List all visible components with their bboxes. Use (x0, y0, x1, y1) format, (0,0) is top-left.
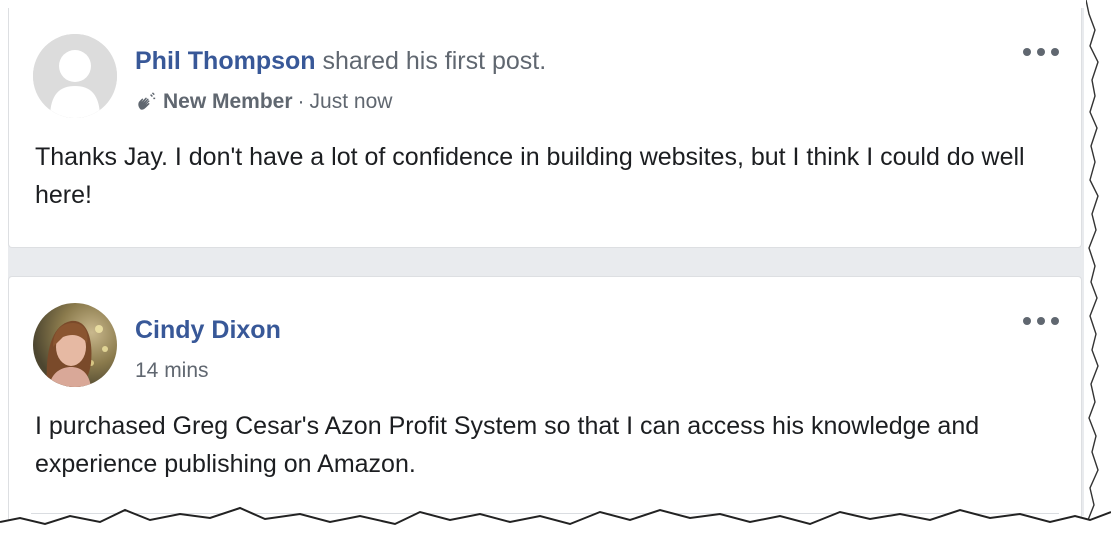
post-header-line: Cindy Dixon (135, 315, 281, 345)
author-name[interactable]: Phil Thompson (135, 47, 316, 75)
post-timestamp[interactable]: 14 mins (135, 359, 209, 383)
more-options-icon (1037, 48, 1045, 56)
profile-avatar[interactable] (33, 34, 117, 118)
default-profile-silhouette-icon (33, 34, 117, 118)
waving-hand-icon (138, 92, 156, 110)
more-options-button[interactable] (1023, 44, 1059, 60)
post-timestamp[interactable]: Just now (310, 90, 393, 114)
member-badge[interactable]: New Member (163, 90, 293, 114)
post-header-line: Phil Thompson shared his first post. (135, 46, 546, 76)
torn-edge-bottom (0, 506, 1111, 548)
meta-separator: · (297, 90, 305, 113)
post-card: Phil Thompson shared his first post. New… (8, 8, 1082, 248)
post-action-text: shared his first post. (315, 47, 547, 75)
post-meta: New Member · Just now (135, 90, 392, 114)
author-name[interactable]: Cindy Dixon (135, 316, 281, 344)
post-body-text: I purchased Greg Cesar's Azon Profit Sys… (35, 412, 980, 478)
profile-avatar[interactable] (33, 303, 117, 387)
more-options-icon (1023, 48, 1031, 56)
screenshot-frame: Phil Thompson shared his first post. New… (0, 0, 1111, 548)
post-body-text: Thanks Jay. I don't have a lot of confid… (35, 143, 1025, 209)
more-options-icon (1037, 317, 1045, 325)
post-meta: 14 mins (135, 359, 209, 383)
more-options-icon (1051, 48, 1059, 56)
more-options-icon (1023, 317, 1031, 325)
more-options-button[interactable] (1023, 313, 1059, 329)
more-options-icon (1051, 317, 1059, 325)
profile-photo (33, 303, 117, 387)
torn-edge-right (1086, 0, 1111, 548)
